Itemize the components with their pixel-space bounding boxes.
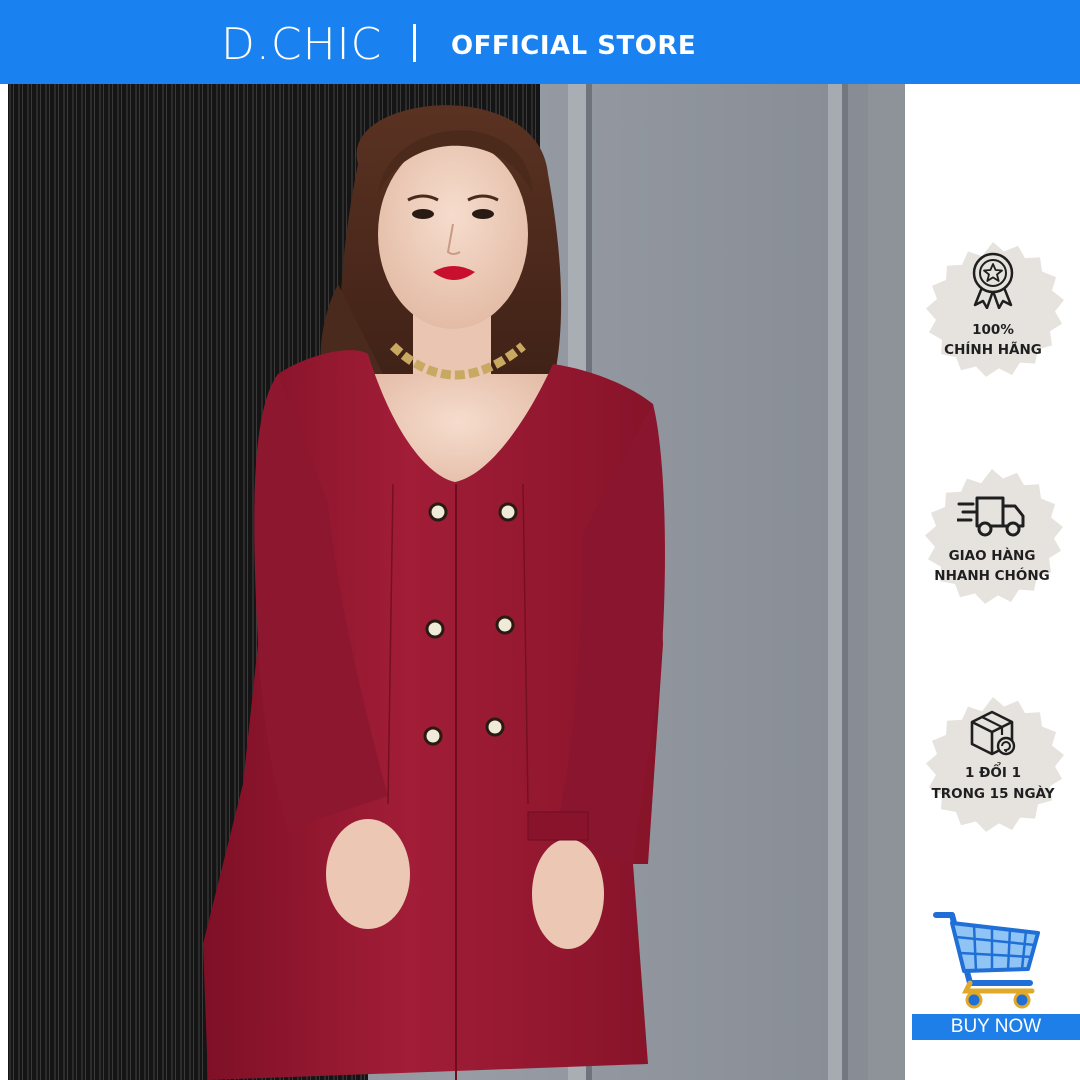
badge-background xyxy=(925,469,1063,604)
shopping-cart-icon[interactable] xyxy=(930,905,1045,1010)
exchange-policy-badge-line1: 1 ĐỔI 1 xyxy=(965,765,1021,781)
product-photo-illustration xyxy=(8,84,905,1080)
package-return-icon xyxy=(970,710,1016,756)
brand-logo[interactable]: D.CHIC xyxy=(221,20,382,70)
official-store-label: OFFICIAL STORE xyxy=(451,31,697,61)
delivery-truck-icon xyxy=(957,496,1025,537)
header-divider xyxy=(413,24,416,62)
exchange-policy-badge-line2: TRONG 15 NGÀY xyxy=(931,786,1055,802)
authentic-badge: 100% CHÍNH HÃNG xyxy=(913,233,1073,393)
fast-delivery-badge: GIAO HÀNG NHANH CHÓNG xyxy=(912,460,1072,620)
store-header: D.CHIC OFFICIAL STORE xyxy=(0,0,1080,84)
authentic-badge-line2: CHÍNH HÃNG xyxy=(944,342,1042,358)
product-promo-banner: D.CHIC OFFICIAL STORE 100% CHÍNH HÃNG GI… xyxy=(0,0,1080,1080)
fast-delivery-badge-line2: NHANH CHÓNG xyxy=(934,568,1050,584)
exchange-policy-badge: 1 ĐỔI 1 TRONG 15 NGÀY xyxy=(913,688,1073,848)
product-photo[interactable] xyxy=(8,84,905,1080)
authentic-badge-line1: 100% xyxy=(972,322,1014,338)
buy-now-button[interactable]: BUY NOW xyxy=(912,1014,1080,1040)
fast-delivery-badge-line1: GIAO HÀNG xyxy=(948,548,1036,564)
award-ribbon-icon xyxy=(972,252,1014,309)
